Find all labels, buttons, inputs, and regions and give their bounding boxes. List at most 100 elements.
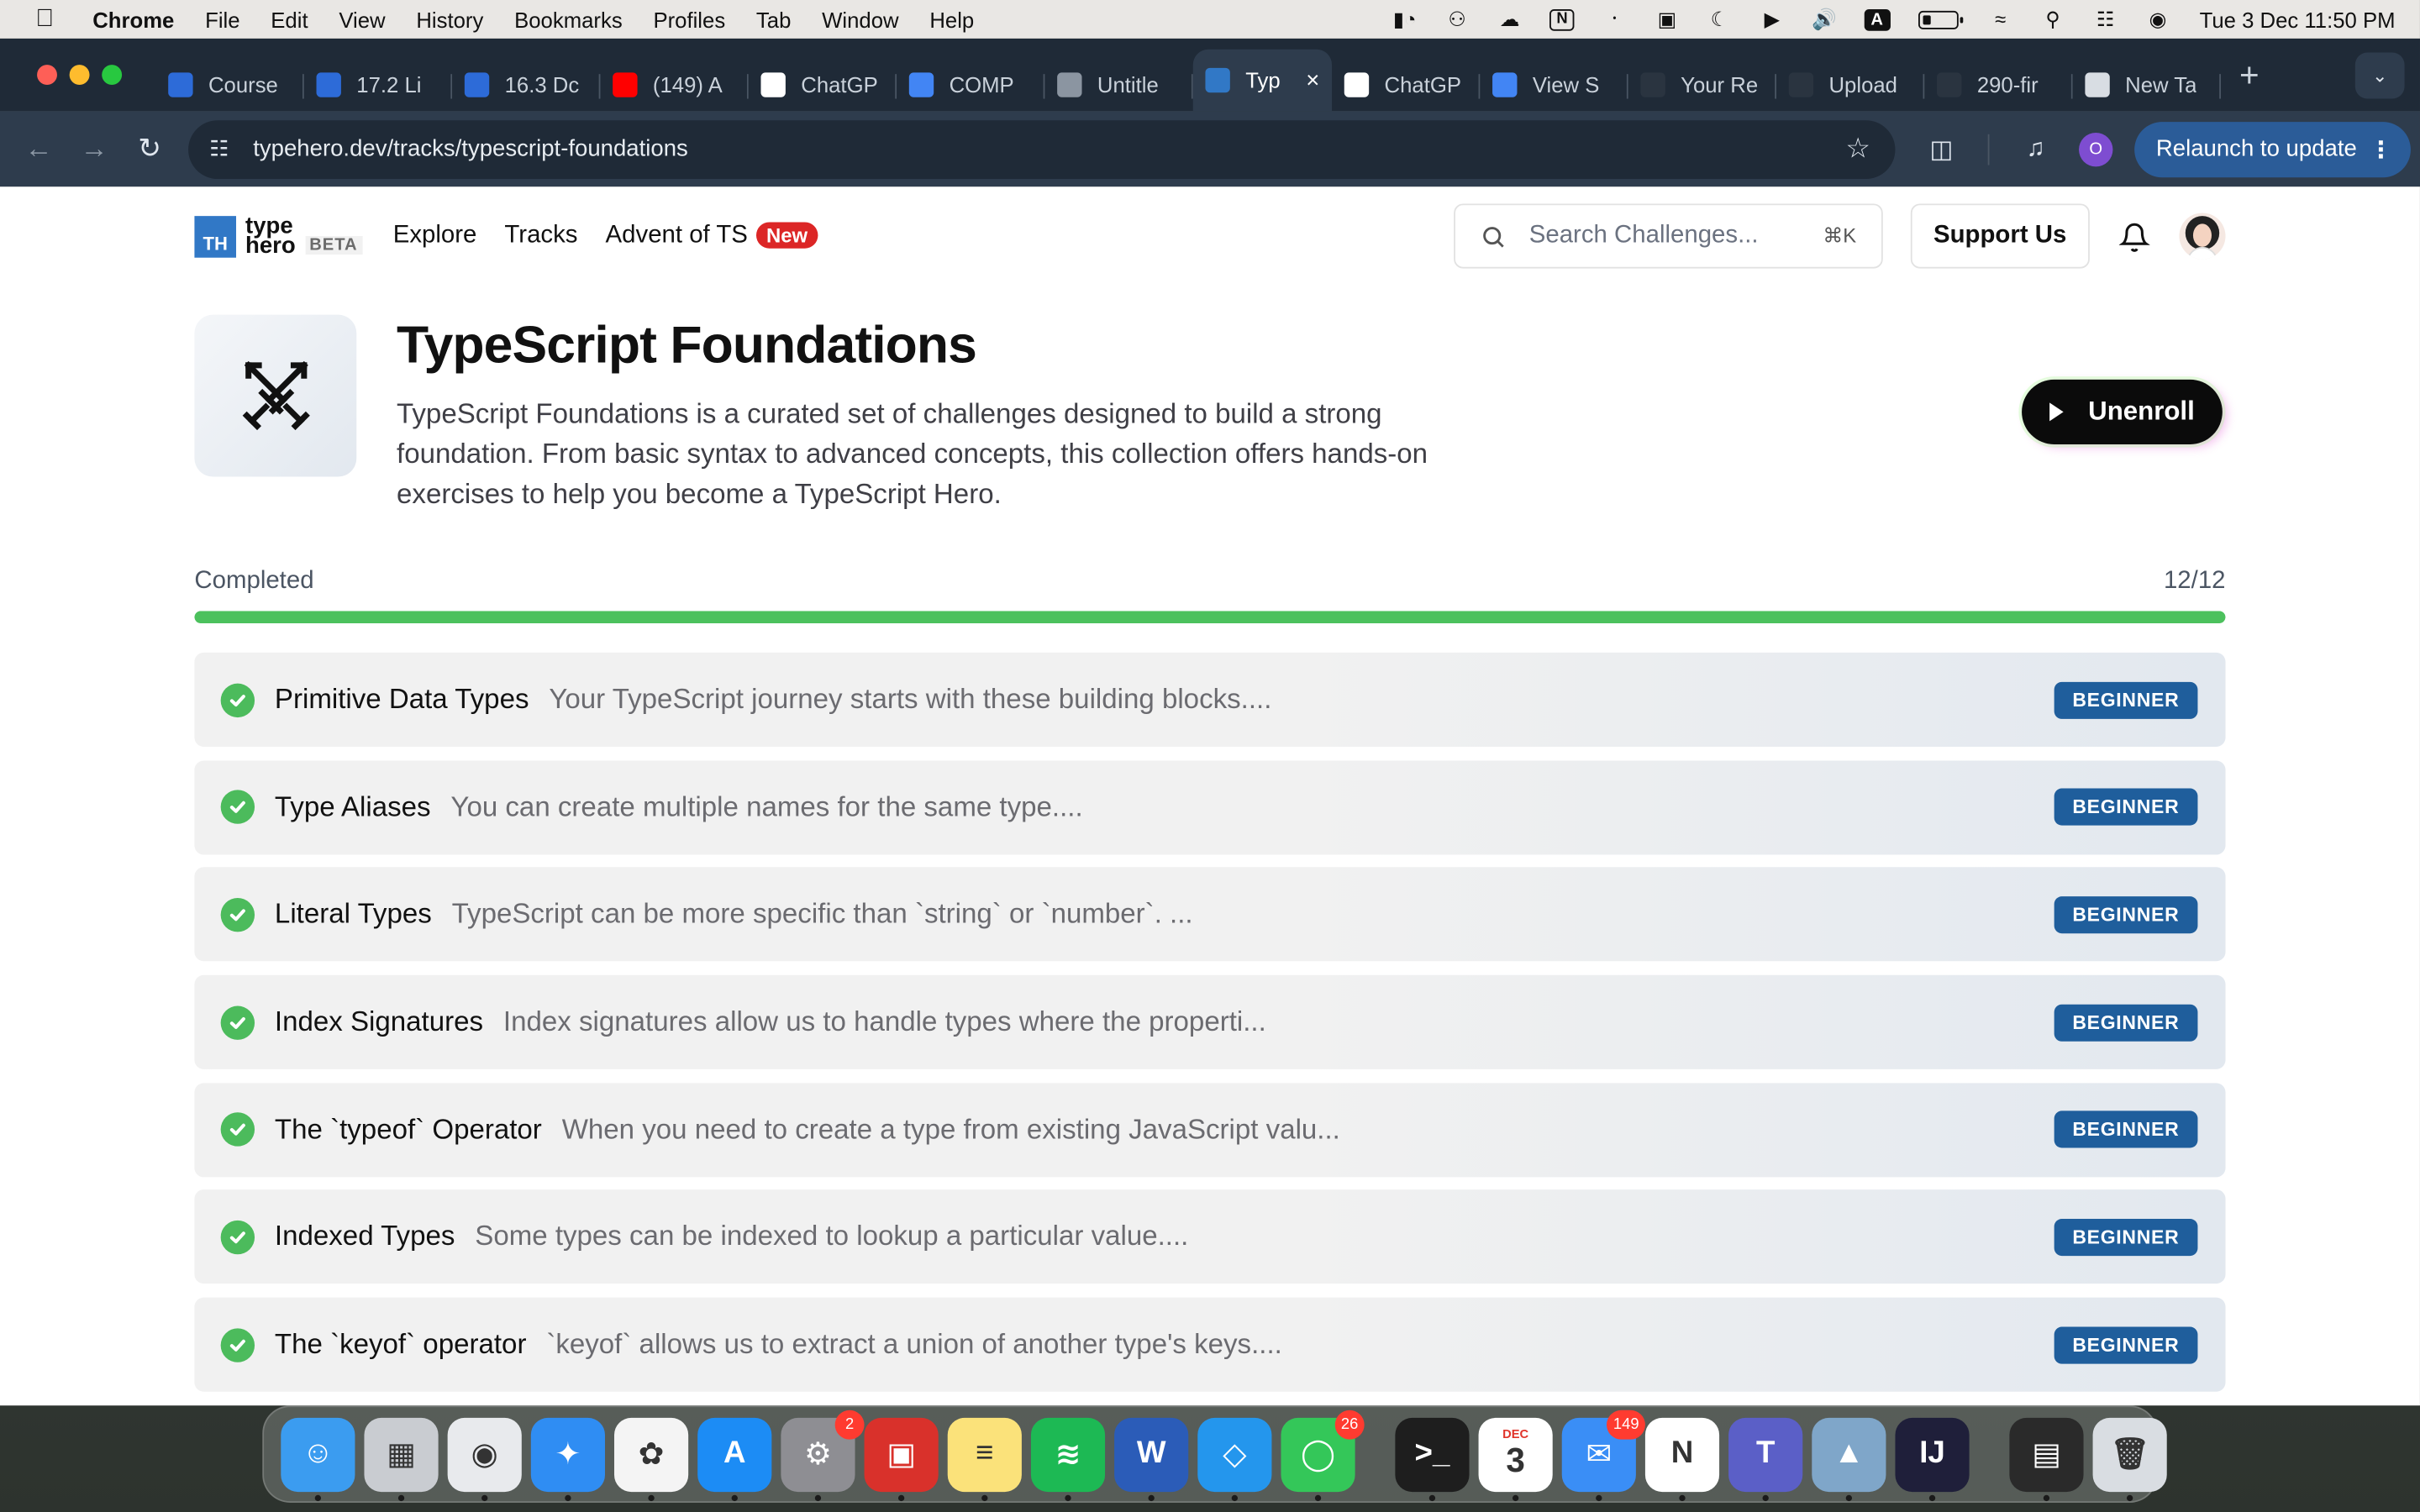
search-icon[interactable]: ⚲ [2036,7,2070,31]
back-button[interactable]: ← [22,132,55,165]
intellij-icon[interactable]: IJ [1895,1417,1970,1501]
notes-icon[interactable]: ≡ [947,1417,1022,1501]
battery-icon[interactable] [1918,9,1964,29]
challenge-row[interactable]: Indexed Types Some types can be indexed t… [194,1189,2226,1284]
word-icon[interactable]: W [1114,1417,1189,1501]
menu-edit[interactable]: Edit [271,7,308,31]
tab[interactable]: 17.2 Li [304,59,453,111]
menu-app-name[interactable]: Chrome [92,7,174,31]
menu-profiles[interactable]: Profiles [653,7,725,31]
zoom-window-button[interactable] [102,65,123,86]
typehero-logo[interactable]: TH type hero BETA [194,214,362,258]
menu-tab[interactable]: Tab [756,7,791,31]
tab[interactable]: ChatGP [1332,59,1481,111]
notifications-bell-icon[interactable] [2118,219,2151,253]
running-indicator [1679,1494,1686,1501]
bluetooth-icon[interactable]: ᛫ [1597,7,1631,31]
siri-icon[interactable]: ◉ [2141,7,2175,31]
system-settings-icon[interactable]: ⚙ 2 [781,1409,865,1501]
launchpad-icon[interactable]: ▦ [364,1417,439,1501]
tab-search-button[interactable]: ⌄ [2354,51,2405,98]
bookmark-star-icon[interactable]: ☆ [1845,133,1870,165]
control-center-icon[interactable]: ☷ [2088,7,2122,31]
challenge-row[interactable]: Index Signatures Index signatures allow u… [194,974,2226,1069]
reload-button[interactable]: ↻ [133,132,166,165]
relaunch-to-update-button[interactable]: Relaunch to update ⋮ [2134,121,2412,177]
notion-icon[interactable]: N [1545,7,1579,31]
messages-icon[interactable]: ◯ 26 [1281,1409,1365,1501]
apple-menu-icon[interactable]:  [31,5,59,33]
close-tab-icon[interactable]: × [1306,67,1319,93]
address-bar-url[interactable]: typehero.dev/tracks/typescript-foundatio… [253,136,688,162]
preview-icon[interactable]: ▲ [1812,1417,1886,1501]
trash-icon[interactable]: 🗑 [2092,1417,2167,1501]
screenshot-icon[interactable]: ▤ [2009,1417,2084,1501]
finder-icon[interactable]: ☺ [281,1417,355,1501]
tab-active[interactable]: Typ × [1192,49,1333,112]
tab[interactable]: Your Re [1628,59,1777,111]
safari-icon[interactable]: ✦ [530,1417,605,1501]
docker-icon[interactable]: ◇ [1197,1417,1272,1501]
running-indicator [1762,1494,1769,1501]
creative-cloud-icon[interactable]: ☁ [1492,7,1526,31]
challenge-row[interactable]: The `typeof` Operator When you need to cr… [194,1082,2226,1177]
chrome-icon[interactable]: ◉ [447,1417,522,1501]
app-store-icon[interactable]: A [697,1417,772,1501]
photo-booth-icon[interactable]: ▣ [864,1417,939,1501]
tab[interactable]: Untitle [1044,59,1193,111]
close-window-button[interactable] [37,65,57,86]
forward-button[interactable]: → [77,132,111,165]
nav-tracks[interactable]: Tracks [504,222,577,249]
tab[interactable]: (149) A [600,59,749,111]
tab[interactable]: Course [156,59,304,111]
extensions-icon[interactable]: ◫ [1926,134,1957,165]
tab[interactable]: 290-fir [1924,59,2073,111]
tab[interactable]: 16.3 Dc [452,59,601,111]
minimize-window-button[interactable] [69,65,90,86]
nav-explore[interactable]: Explore [393,222,477,249]
tab[interactable]: COMP [897,59,1045,111]
menu-file[interactable]: File [205,7,239,31]
challenge-row[interactable]: Primitive Data Types Your TypeScript jour… [194,652,2226,747]
tab[interactable]: New Ta [2073,59,2222,111]
media-controls-icon[interactable]: ♫ [2020,135,2051,163]
teams-icon[interactable]: T [1728,1417,1803,1501]
menu-window[interactable]: Window [822,7,898,31]
notion-icon[interactable]: N [1644,1417,1720,1501]
wifi-icon[interactable]: ≈ [1983,7,2017,31]
challenge-row[interactable]: Literal Types TypeScript can be more spec… [194,867,2226,962]
unenroll-button[interactable]: Unenroll [2022,379,2223,444]
display-icon[interactable]: ▣ [1650,7,1684,31]
menu-history[interactable]: History [416,7,483,31]
support-us-button[interactable]: Support Us [1910,203,2090,269]
tab[interactable]: View S [1480,59,1628,111]
menu-view[interactable]: View [339,7,385,31]
volume-icon[interactable]: 🔊 [1807,7,1841,31]
terminal-icon[interactable]: >_ [1395,1417,1470,1501]
tab[interactable]: ChatGP [749,59,897,111]
profile-avatar[interactable]: O [2079,132,2113,166]
address-bar[interactable]: ☷ typehero.dev/tracks/typescript-foundat… [188,119,1896,179]
calendar-icon[interactable]: DEC 3 [1478,1417,1553,1501]
photos-icon[interactable]: ✿ [614,1417,689,1501]
progress-header: Completed 12/12 [194,566,2225,597]
spotify-icon[interactable]: ≋ [1030,1417,1106,1501]
challenge-row[interactable]: The `keyof` operator `keyof` allows us to… [194,1297,2226,1392]
nav-advent-of-ts[interactable]: Advent of TS New [606,222,818,249]
search-challenges-input[interactable]: Search Challenges... ⌘K [1453,203,1883,269]
challenge-row[interactable]: Type Aliases You can create multiple name… [194,759,2226,854]
menu-help[interactable]: Help [929,7,974,31]
tab[interactable]: Upload [1776,59,1925,111]
menu-bookmarks[interactable]: Bookmarks [514,7,623,31]
menu-bar-clock[interactable]: Tue 3 Dec 11:50 PM [2200,7,2396,31]
site-info-icon[interactable]: ☷ [207,136,231,162]
data-icon[interactable]: ▮◔ [1387,7,1421,31]
input-source-icon[interactable]: A [1860,7,1894,31]
more-menu-icon[interactable]: ⋮ [2370,135,2393,163]
mail-icon[interactable]: ✉ 149 [1561,1409,1645,1501]
teams-icon[interactable]: ⚇ [1440,7,1474,31]
moon-icon[interactable]: ☾ [1702,7,1736,31]
new-tab-button[interactable]: + [2239,55,2260,95]
play-circle-icon[interactable]: ▶ [1755,7,1789,31]
user-avatar[interactable] [2179,213,2226,260]
